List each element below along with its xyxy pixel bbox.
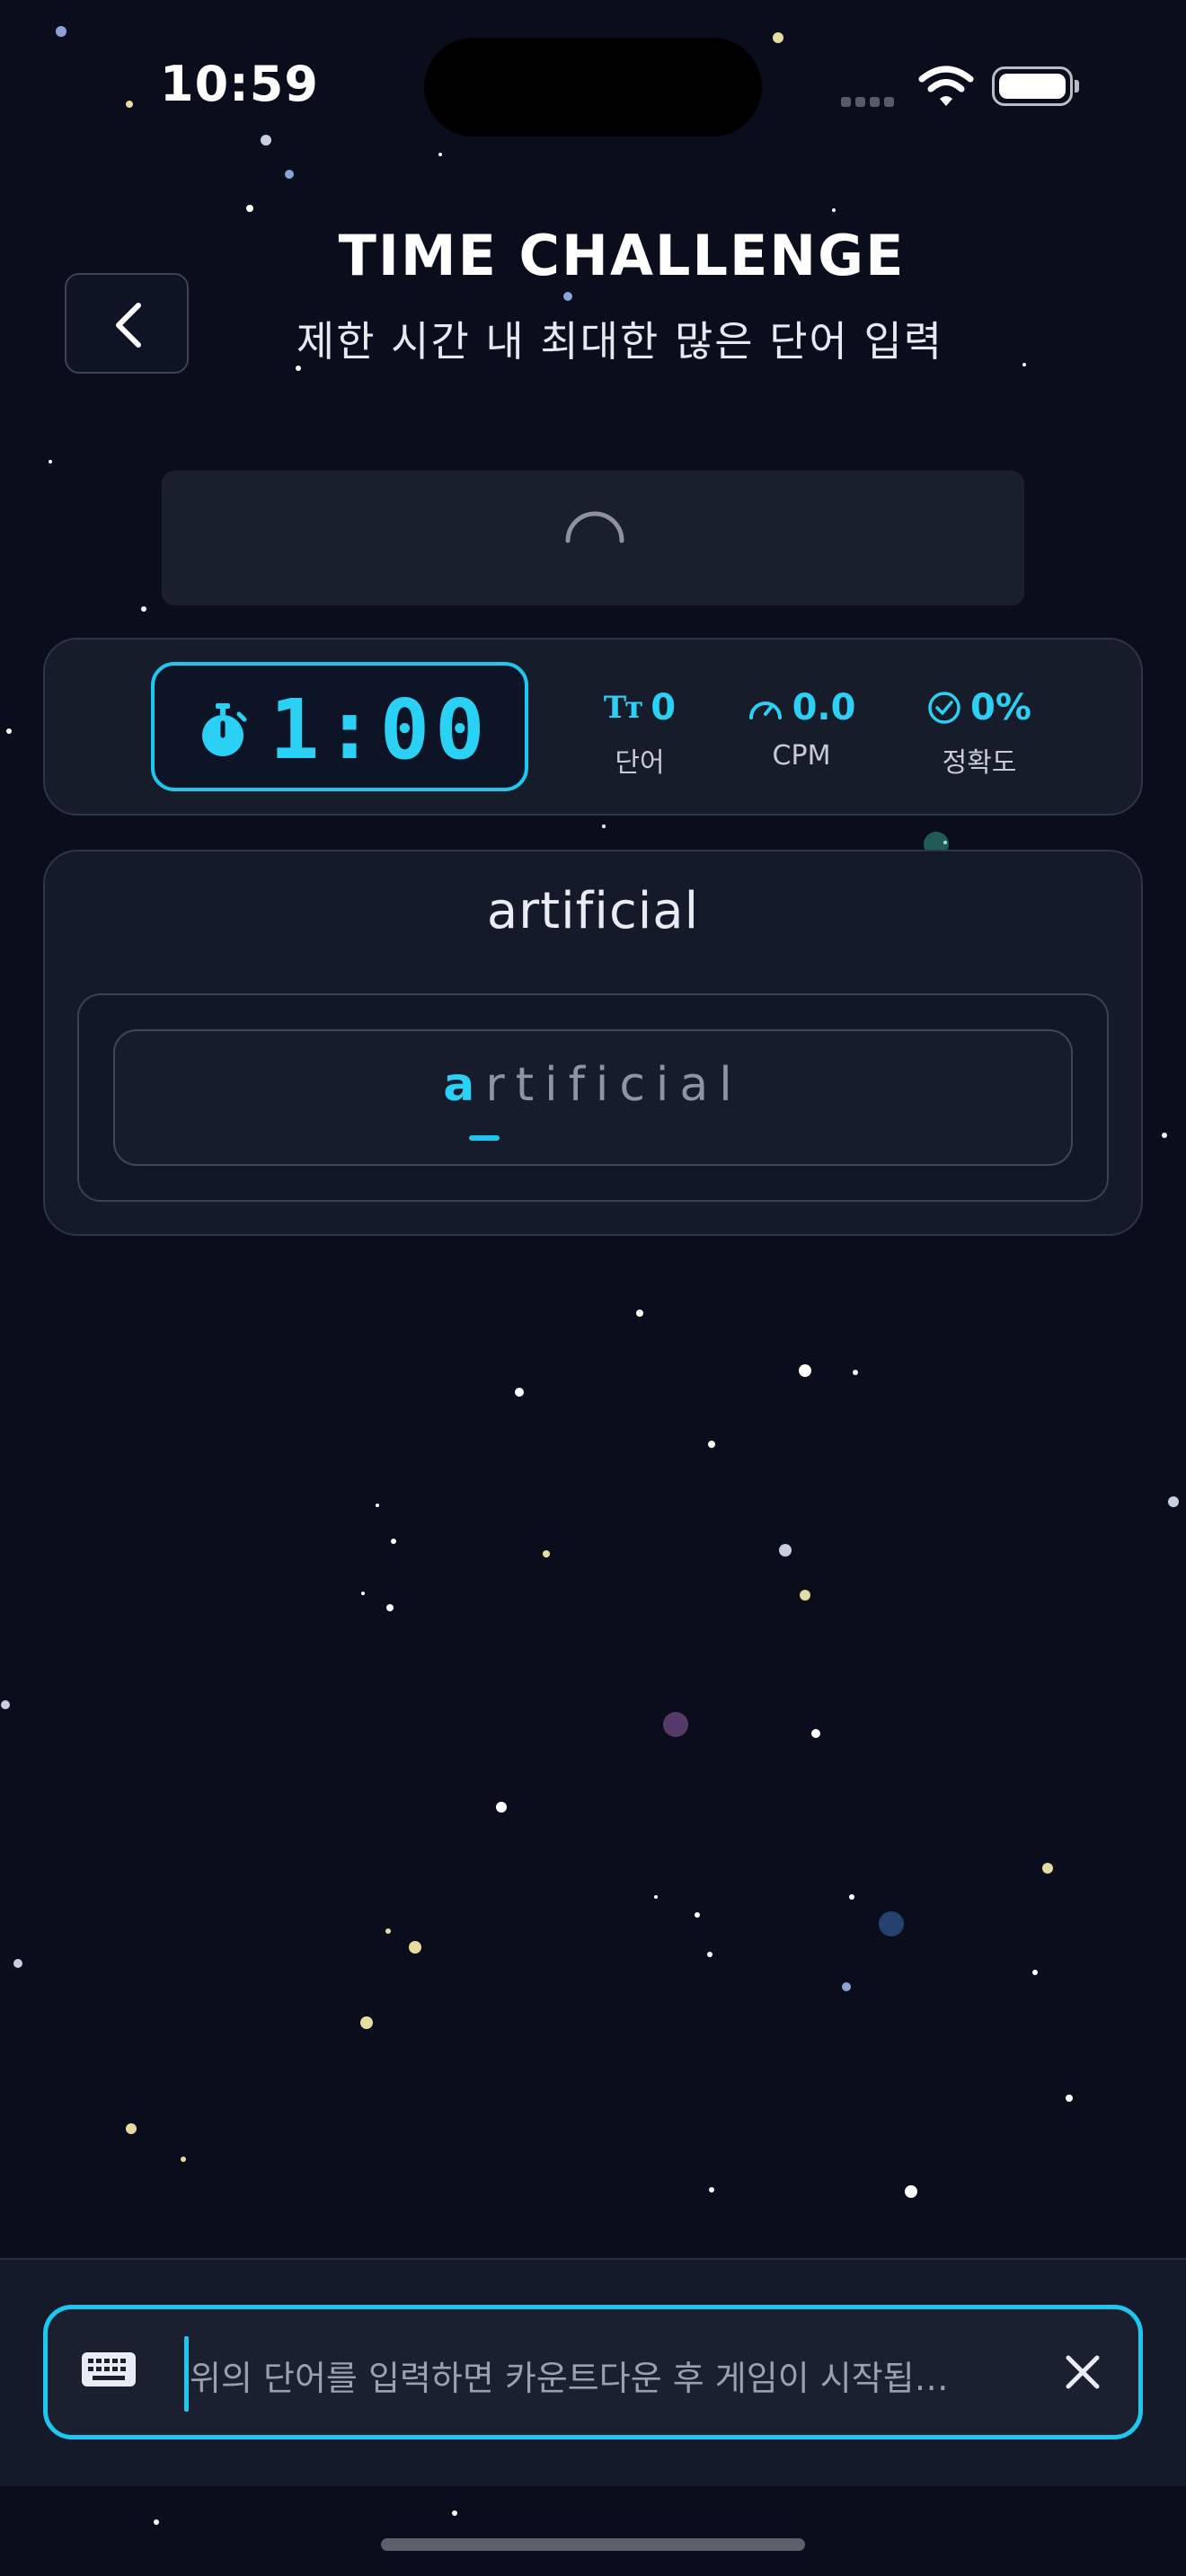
star [13, 1959, 22, 1968]
input-placeholder: 위의 단어를 입력하면 카운트다운 후 게임이 시작됩… [190, 2359, 949, 2398]
page-title: TIME CHALLENGE [338, 223, 906, 288]
signal-icon [841, 93, 898, 110]
target-word: artificial [486, 882, 700, 940]
star [261, 135, 271, 146]
star [385, 1928, 391, 1934]
battery-icon [992, 66, 1079, 106]
star [832, 208, 836, 212]
star [1168, 1496, 1179, 1507]
caret-underline [469, 1135, 500, 1141]
stat-cpm: 0.0 CPM [721, 684, 882, 772]
keyboard-icon [82, 2352, 136, 2386]
text-caret [184, 2336, 189, 2412]
star [246, 205, 253, 212]
text-size-icon: Tт [603, 690, 643, 726]
star [6, 728, 12, 734]
typed-word: artificial [113, 1058, 1073, 1112]
star [409, 1941, 421, 1954]
cpm-label: CPM [772, 740, 831, 772]
glow-star [663, 1712, 688, 1737]
star [654, 1895, 658, 1899]
star [563, 292, 572, 301]
status-time: 10:59 [160, 56, 319, 112]
accuracy-value: 0% [970, 687, 1031, 728]
star [708, 1441, 715, 1448]
star [438, 153, 442, 156]
words-value: 0 [651, 687, 677, 728]
star [126, 2123, 137, 2134]
stopwatch-icon [202, 703, 247, 756]
star [853, 1370, 858, 1375]
star [285, 170, 294, 179]
star [707, 1952, 712, 1957]
star [360, 2016, 373, 2029]
stat-accuracy: 0% 정확도 [898, 684, 1060, 780]
star [849, 1894, 854, 1900]
star [1, 1700, 10, 1709]
star [126, 101, 133, 108]
close-icon[interactable] [1054, 2343, 1111, 2401]
dynamic-island [424, 38, 762, 137]
star [1022, 363, 1026, 366]
star [49, 460, 52, 463]
current-letter: a [443, 1058, 486, 1112]
star [154, 2519, 159, 2525]
cpm-value: 0.0 [792, 687, 856, 728]
star [386, 1604, 394, 1611]
star [695, 1912, 700, 1918]
star [905, 2185, 917, 2198]
star [56, 26, 66, 37]
star [709, 2187, 714, 2192]
loading-panel [162, 471, 1024, 605]
star [1162, 1133, 1167, 1138]
check-circle-icon [928, 692, 960, 724]
words-label: 단어 [615, 747, 665, 779]
star [361, 1592, 365, 1595]
home-indicator [381, 2538, 805, 2551]
back-button[interactable] [65, 273, 189, 374]
glow-star [879, 1911, 904, 1936]
star [779, 1544, 792, 1557]
star [602, 825, 606, 828]
star [800, 1590, 810, 1601]
star [842, 1982, 851, 1991]
star [496, 1802, 507, 1813]
timer-value: 1:00 [270, 682, 491, 778]
speedometer-icon [748, 701, 782, 719]
timer-display: 1:00 [151, 662, 528, 791]
wifi-icon [918, 66, 974, 106]
star [1066, 2095, 1073, 2102]
star [1032, 1970, 1038, 1975]
page-subtitle: 제한 시간 내 최대한 많은 단어 입력 [296, 317, 944, 366]
word-input-field[interactable]: 위의 단어를 입력하면 카운트다운 후 게임이 시작됩… [43, 2305, 1143, 2439]
star [1042, 1863, 1053, 1874]
star [799, 1364, 811, 1377]
star [452, 2510, 457, 2516]
remaining-letters: rtificial [485, 1058, 743, 1112]
star [636, 1310, 643, 1317]
star [141, 606, 146, 612]
loading-spinner-icon [565, 511, 624, 543]
star [811, 1729, 820, 1738]
star [515, 1388, 524, 1397]
chevron-left-icon [116, 303, 141, 348]
starfield-background [1, 26, 1179, 2548]
star [543, 1550, 550, 1557]
accuracy-label: 정확도 [942, 747, 1017, 779]
stat-words: Tт 0 단어 [559, 684, 721, 780]
star [391, 1539, 396, 1544]
star [376, 1504, 379, 1507]
star [181, 2157, 186, 2162]
star [773, 32, 783, 43]
